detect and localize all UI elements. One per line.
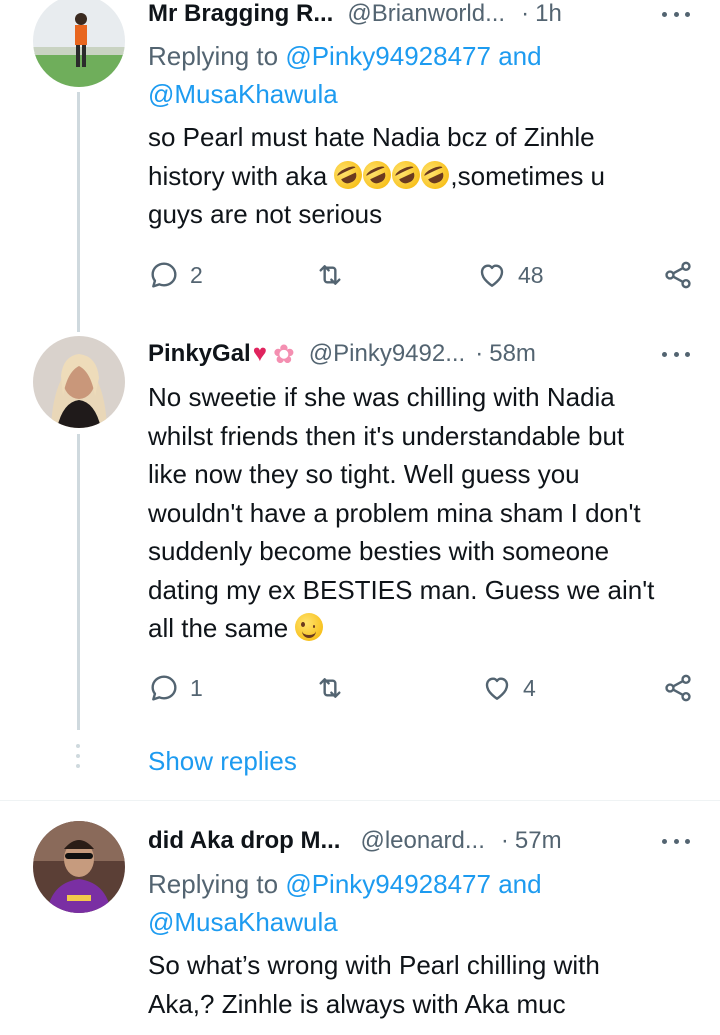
user-handle[interactable]: @leonard... <box>360 827 484 855</box>
text-line: Aka,? Zinhle is always with Aka muc <box>148 988 566 1019</box>
tweet-1[interactable]: Mr Bragging R... @Brianworld... · 1h Rep… <box>0 0 720 332</box>
tweet-header: PinkyGal ♥ ✿ @Pinky9492... · 58m <box>148 336 700 372</box>
retweet-icon <box>319 265 341 285</box>
thread-line <box>77 434 80 730</box>
tweet-header: did Aka drop M... @leonard... · 57m <box>148 823 700 859</box>
text-line: guys are not serious <box>148 199 383 229</box>
red-heart-icon: ♥ <box>252 340 267 367</box>
text-line: history with aka ,sometimes u <box>148 155 698 196</box>
separator-dot: · <box>500 827 509 854</box>
avatar-photo <box>33 0 125 87</box>
text-line: like now they so tight. Well guess you <box>148 459 580 489</box>
share-icon <box>665 674 691 702</box>
rolling-on-floor-laughing-emoji <box>329 155 368 194</box>
retweet-icon <box>319 678 341 698</box>
avatar-photo <box>33 336 125 428</box>
text-line: so Pearl must hate Nadia bcz of Zinhle <box>148 122 595 152</box>
like-count: 4 <box>523 674 536 701</box>
like-count: 48 <box>518 261 544 288</box>
tweet-header: Mr Bragging R... @Brianworld... · 1h <box>148 0 700 32</box>
tweet-actions: 2 48 <box>148 255 698 295</box>
mention-link[interactable]: @MusaKhawula <box>148 907 338 937</box>
user-handle[interactable]: @Brianworld... <box>347 0 505 28</box>
more-options-icon[interactable] <box>662 823 690 859</box>
tweet-text: No sweetie if she was chilling with Nadi… <box>148 378 698 648</box>
tweet-2[interactable]: PinkyGal ♥ ✿ @Pinky9492... · 58m No swee… <box>0 322 720 800</box>
show-replies-link[interactable]: Show replies <box>148 746 297 777</box>
retweet-button[interactable] <box>314 255 346 295</box>
heart-icon <box>480 264 504 287</box>
like-button[interactable]: 48 <box>476 255 544 295</box>
share-button[interactable] <box>662 668 694 708</box>
text-segment: ,sometimes u <box>450 160 606 191</box>
display-name[interactable]: Mr Bragging R... <box>148 0 333 28</box>
share-icon <box>665 261 691 289</box>
rolling-on-floor-laughing-emoji <box>358 155 397 194</box>
rolling-on-floor-laughing-emoji <box>387 155 426 194</box>
reply-button[interactable]: 2 <box>148 255 203 295</box>
mention-link[interactable]: @Pinky94928477 <box>285 41 491 71</box>
avatar[interactable] <box>33 336 125 428</box>
mention-link[interactable]: @Pinky94928477 <box>285 869 491 899</box>
reply-icon <box>151 675 177 701</box>
replying-prefix: Replying to <box>148 869 286 899</box>
thread-line <box>77 92 80 332</box>
reply-count: 1 <box>190 674 203 701</box>
winking-face-emoji <box>295 613 324 641</box>
tweet-text: so Pearl must hate Nadia bcz of Zinhle h… <box>148 118 698 234</box>
cherry-blossom-icon: ✿ <box>272 338 295 369</box>
text-line: suddenly become besties with someone <box>148 536 610 566</box>
more-options-icon[interactable] <box>662 336 690 372</box>
thread-continuation-dots <box>76 744 80 774</box>
timestamp[interactable]: 58m <box>489 340 536 368</box>
replying-to: Replying to @Pinky94928477 and @MusaKhaw… <box>148 37 542 113</box>
avatar[interactable] <box>33 0 125 87</box>
share-button[interactable] <box>662 255 694 295</box>
mention-link[interactable]: @MusaKhawula <box>148 79 338 109</box>
timestamp[interactable]: 1h <box>535 0 562 28</box>
tweet-text: So what’s wrong with Pearl chilling with… <box>148 946 698 1023</box>
heart-icon <box>485 677 509 700</box>
replying-prefix: Replying to <box>148 41 286 71</box>
text-segment: history with aka <box>148 160 335 191</box>
tweet-actions: 1 4 <box>148 668 698 708</box>
text-line: So what’s wrong with Pearl chilling with <box>148 950 600 980</box>
retweet-button[interactable] <box>314 668 346 708</box>
display-name[interactable]: PinkyGal <box>148 340 251 368</box>
reply-icon <box>151 262 177 288</box>
replying-and[interactable]: and <box>491 41 541 71</box>
tweet-3[interactable]: did Aka drop M... @leonard... · 57m Repl… <box>0 801 720 1035</box>
avatar-photo <box>33 821 125 913</box>
like-button[interactable]: 4 <box>481 668 536 708</box>
text-line: all the same <box>148 609 698 648</box>
rolling-on-floor-laughing-emoji <box>416 155 455 194</box>
replying-to: Replying to @Pinky94928477 and @MusaKhaw… <box>148 865 542 941</box>
text-line: dating my ex BESTIES man. Guess we ain't <box>148 574 655 605</box>
user-handle[interactable]: @Pinky9492... <box>309 340 465 368</box>
reply-button[interactable]: 1 <box>148 668 203 708</box>
separator-dot: · <box>521 0 530 27</box>
text-line: whilst friends then it's understandable … <box>148 420 625 451</box>
text-segment: all the same <box>148 613 296 643</box>
text-line: wouldn't have a problem mina sham I don'… <box>148 497 641 528</box>
avatar[interactable] <box>33 821 125 913</box>
display-name[interactable]: did Aka drop M... <box>148 827 340 855</box>
more-options-icon[interactable] <box>662 0 690 32</box>
replying-and[interactable]: and <box>491 869 541 899</box>
timestamp[interactable]: 57m <box>515 827 562 855</box>
text-line: No sweetie if she was chilling with Nadi… <box>148 382 615 412</box>
separator-dot: · <box>475 340 484 367</box>
reply-count: 2 <box>190 261 203 288</box>
